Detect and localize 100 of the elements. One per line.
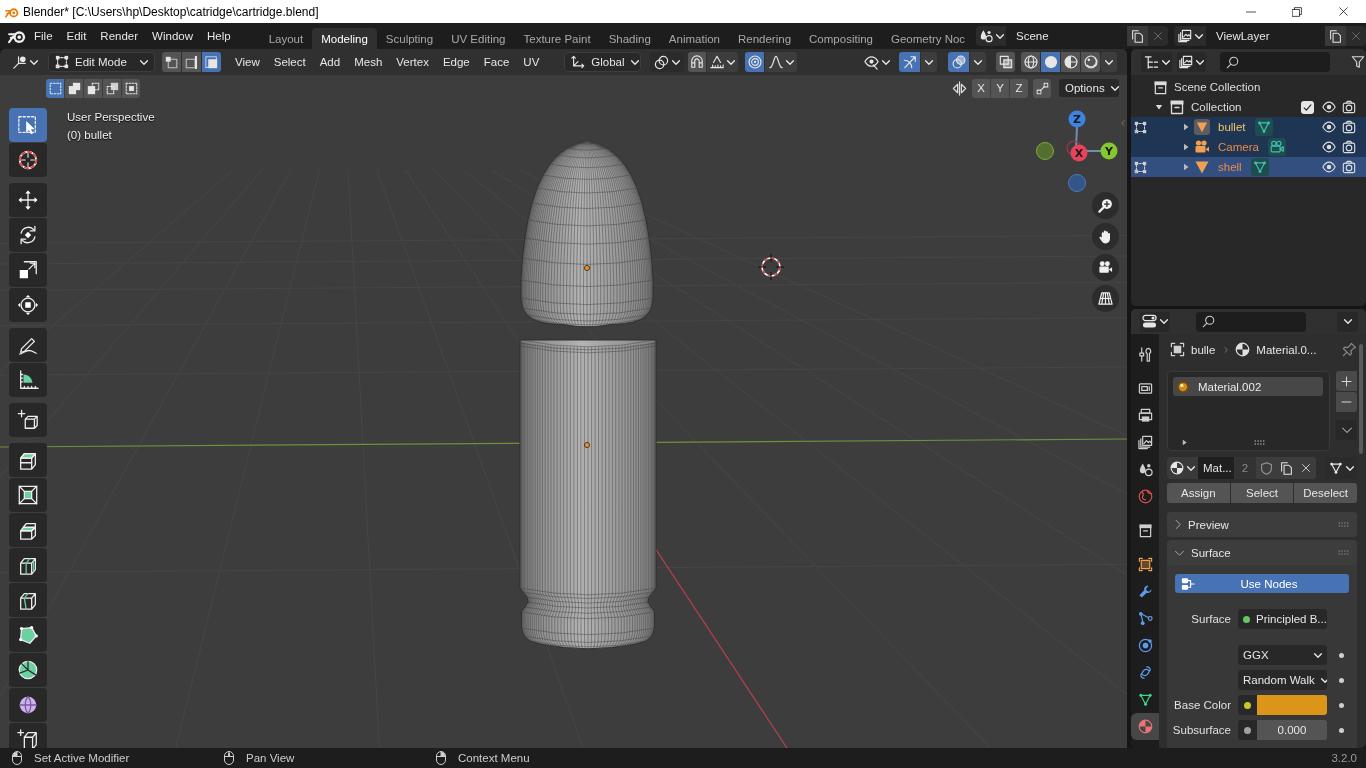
socket-button[interactable] [1238, 695, 1257, 715]
tool-button[interactable] [9, 363, 47, 397]
tool-button[interactable] [9, 513, 47, 547]
overlays-toggle[interactable] [948, 52, 969, 72]
xray-toggle[interactable] [996, 52, 1015, 72]
triangle-right-icon[interactable] [1182, 163, 1190, 171]
projection-toggle[interactable] [1092, 285, 1119, 312]
search-field[interactable] [1220, 52, 1330, 72]
shading-menu-button[interactable] [1101, 52, 1117, 72]
new-view-layer-button[interactable] [1325, 26, 1346, 46]
mirror-axis-toggle[interactable]: X [972, 78, 990, 98]
camera-data-icon[interactable] [1267, 138, 1286, 156]
remove-slot-button[interactable] [1336, 392, 1357, 412]
slot-action-button[interactable]: Deselect [1294, 483, 1357, 503]
mirror-axis-toggle[interactable]: Y [991, 78, 1009, 98]
material-slot[interactable]: Material.002 [1173, 377, 1323, 396]
proportional-editing-toggle[interactable] [745, 52, 765, 72]
search-field[interactable] [1196, 311, 1306, 332]
menu-item[interactable]: Face [476, 52, 517, 72]
workspace-tab[interactable]: Compositing [800, 28, 882, 49]
axis-handle[interactable] [1036, 142, 1054, 160]
mesh-data-icon[interactable] [1254, 118, 1273, 136]
workspace-tab[interactable]: Sculpting [376, 28, 443, 49]
mesh-data-icon[interactable] [1250, 158, 1269, 176]
workspace-tab[interactable]: Layout [259, 28, 313, 49]
shader-dropdown[interactable]: Principled B... [1238, 609, 1327, 629]
add-slot-button[interactable] [1336, 371, 1357, 391]
box-mode-toggle[interactable] [84, 78, 102, 98]
slot-action-button[interactable]: Select [1230, 483, 1294, 503]
zoom-button[interactable] [1092, 192, 1119, 219]
menu-item[interactable]: Add [312, 52, 348, 72]
axis-handle[interactable]: Y [1100, 142, 1118, 160]
options-dropdown[interactable]: Options [1058, 78, 1120, 98]
object-name[interactable]: Camera [1218, 141, 1259, 153]
mode-dropdown[interactable]: Edit Mode [48, 52, 155, 72]
workspace-tab[interactable]: Texture Paint [514, 28, 600, 49]
display-mode-button[interactable] [1177, 52, 1206, 72]
user-count[interactable]: 2 [1234, 457, 1256, 479]
gizmo-toggle[interactable] [899, 52, 920, 72]
eye-icon[interactable] [1322, 160, 1336, 174]
tool-button[interactable] [9, 143, 47, 177]
color-swatch[interactable] [1257, 695, 1327, 715]
select-mode-toggle[interactable] [202, 52, 221, 72]
mirror-axis-toggle[interactable]: Z [1010, 78, 1028, 98]
panel-header[interactable]: Surface [1167, 540, 1357, 565]
enum-dropdown[interactable]: GGX [1238, 645, 1327, 665]
pin-icon[interactable] [1342, 342, 1357, 357]
grip-icon[interactable] [1254, 440, 1265, 445]
render-camera-icon[interactable] [1342, 140, 1356, 154]
box-mode-toggle[interactable] [65, 78, 83, 98]
outliner-row[interactable]: bullet [1131, 117, 1366, 137]
select-mode-toggle[interactable] [182, 52, 201, 72]
workspace-tab[interactable]: Geometry Noc [882, 28, 974, 49]
tool-button[interactable] [9, 328, 47, 362]
scrollbar[interactable] [1359, 344, 1363, 454]
tool-button[interactable] [9, 403, 47, 437]
menu-item[interactable]: Mesh [347, 52, 390, 72]
snap-target-button[interactable] [707, 52, 739, 72]
box-mode-toggle[interactable] [46, 78, 64, 98]
tool-button[interactable] [9, 723, 47, 748]
snap-toggle[interactable] [688, 52, 707, 72]
shading-mode-button[interactable] [1021, 52, 1040, 72]
tool-button[interactable] [9, 478, 47, 512]
render-camera-icon[interactable] [1342, 160, 1356, 174]
workspace-tab[interactable]: Shading [599, 28, 660, 49]
box-mode-toggle[interactable] [122, 78, 140, 98]
axis-handle[interactable]: Z [1068, 110, 1086, 128]
falloff-button[interactable] [765, 52, 798, 72]
number-field[interactable]: 0.000 [1257, 720, 1327, 740]
eye-icon[interactable] [1322, 100, 1336, 114]
tool-button[interactable] [9, 253, 47, 287]
workspace-tab[interactable]: Modeling [312, 28, 377, 49]
overlays-menu-button[interactable] [970, 52, 986, 72]
triangle-right-icon[interactable] [1182, 143, 1190, 151]
options-button[interactable] [1337, 311, 1358, 332]
menu-item[interactable]: File [27, 26, 60, 46]
triangle-right-icon[interactable] [1182, 123, 1190, 131]
render-camera-icon[interactable] [1342, 100, 1356, 114]
tool-button[interactable] [9, 583, 47, 617]
orientation-dropdown[interactable]: Global [564, 52, 642, 72]
menu-item[interactable]: UV [516, 52, 547, 72]
outliner-row[interactable]: Camera [1131, 137, 1366, 157]
enum-dropdown[interactable]: Random Walk [1238, 670, 1327, 690]
shading-mode-button[interactable] [1041, 52, 1060, 72]
shading-mode-button[interactable] [1061, 52, 1080, 72]
menu-item[interactable]: View [228, 52, 267, 72]
slot-action-button[interactable]: Assign [1167, 483, 1230, 503]
gizmo-menu-button[interactable] [921, 52, 937, 72]
edit-mode-icon[interactable] [1134, 120, 1147, 134]
tool-button[interactable] [9, 548, 47, 582]
tree-item-label[interactable]: Collection [1191, 101, 1242, 113]
tool-button[interactable] [9, 218, 47, 252]
socket-button[interactable] [1238, 720, 1257, 740]
object-name[interactable]: bullet [1218, 121, 1246, 133]
menu-item[interactable]: Edit [59, 26, 94, 46]
slot-menu-button[interactable] [1336, 420, 1357, 440]
render-camera-icon[interactable] [1342, 120, 1356, 134]
auto-merge-toggle[interactable] [1033, 78, 1051, 98]
camera-view-button[interactable] [1092, 254, 1119, 281]
triangle-down-icon[interactable] [1155, 103, 1163, 111]
